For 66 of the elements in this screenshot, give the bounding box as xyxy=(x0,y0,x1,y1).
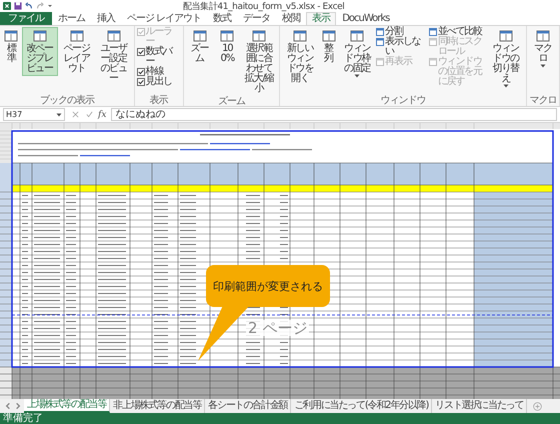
ribbon-button[interactable]: 100% xyxy=(214,27,240,66)
group-label: ウィンドウ xyxy=(379,95,426,106)
pane-icon xyxy=(428,58,437,66)
window-icon xyxy=(293,29,308,43)
status-text: 準備完了 xyxy=(3,413,43,424)
add-sheet-icon[interactable] xyxy=(533,402,542,410)
insert-function-button[interactable]: fx xyxy=(96,110,108,120)
ribbon-small-button[interactable]: 表示しない xyxy=(376,37,428,57)
ribbon-button[interactable]: 新しいウィンドウを開く xyxy=(282,27,318,86)
group-label: ズーム xyxy=(216,96,246,107)
ribbon-button[interactable]: ユーザー設定のビュー xyxy=(96,27,132,86)
window-icon xyxy=(536,29,550,43)
group-label: マクロ xyxy=(528,95,557,106)
group-label: ブックの表示 xyxy=(38,95,96,106)
ribbon-tab[interactable]: データ xyxy=(237,12,276,25)
window-icon xyxy=(322,29,336,43)
window-icon xyxy=(220,29,234,43)
ribbon-button[interactable]: 整列 xyxy=(319,27,338,66)
group-label: 表示 xyxy=(148,95,170,106)
window-icon xyxy=(70,29,84,43)
ribbon-button[interactable]: ページレイアウト xyxy=(58,27,95,76)
ribbon-button[interactable]: 改ページプレビュー xyxy=(22,27,58,76)
ribbon-button[interactable]: ズーム xyxy=(186,27,214,66)
page-number-label: 2 ページ xyxy=(246,320,310,336)
save-icon[interactable] xyxy=(14,2,22,10)
customize-caret-icon[interactable] xyxy=(47,3,53,9)
pane-icon xyxy=(376,38,384,46)
callout: 印刷範囲が変更される xyxy=(206,265,330,307)
ribbon-tab[interactable]: ホーム xyxy=(52,12,91,25)
ribbon-tab[interactable]: ページ レイアウト xyxy=(121,12,208,25)
ribbon-tab[interactable]: 数式 xyxy=(207,12,238,25)
undo-icon[interactable] xyxy=(25,2,33,10)
ribbon-checkbox[interactable]: 枠線 xyxy=(136,67,180,77)
file-tab[interactable]: ファイル xyxy=(0,12,52,25)
ribbon-button[interactable]: 選択範囲に合わせて拡大/縮小 xyxy=(241,27,278,96)
redo-icon[interactable] xyxy=(36,2,44,10)
ribbon-checkbox[interactable]: 見出し xyxy=(136,77,180,87)
ribbon-tab[interactable]: 挿入 xyxy=(91,12,121,25)
ribbon-button[interactable]: ウィンドウの切り替え xyxy=(488,27,524,90)
formula-input[interactable]: なにぬねの xyxy=(111,108,557,121)
ribbon-checkbox[interactable]: 数式バー xyxy=(136,47,180,67)
window-icon xyxy=(192,29,207,43)
window-icon xyxy=(498,29,513,43)
window-icon xyxy=(350,29,364,43)
sheet-tab[interactable]: 上場株式等の配当等 xyxy=(24,399,110,413)
next-sheet-icon[interactable] xyxy=(14,402,22,410)
ribbon-small-button[interactable]: 並べて比較 xyxy=(428,27,487,37)
window-icon xyxy=(106,29,121,43)
window-icon xyxy=(32,29,47,43)
ribbon-small-button[interactable]: 分割 xyxy=(376,27,428,37)
ribbon-button[interactable]: マクロ xyxy=(528,27,557,70)
name-box[interactable]: H37 xyxy=(3,108,65,121)
ribbon-tab[interactable]: 表示 xyxy=(306,12,336,25)
ribbon-tab[interactable]: DocuWorks xyxy=(336,12,396,25)
window-title: 配当集計41_haitou_form_v5.xlsx - Excel xyxy=(183,0,344,12)
ribbon-button[interactable]: 標準 xyxy=(2,27,21,66)
check-icon[interactable] xyxy=(86,111,93,118)
ribbon-button[interactable]: ウィンドウ枠の固定 xyxy=(339,27,376,80)
pane-icon xyxy=(376,58,384,66)
caret-icon xyxy=(56,112,62,116)
window-icon xyxy=(252,29,266,43)
cancel-icon[interactable] xyxy=(72,111,79,118)
ribbon-tab[interactable]: 校閲 xyxy=(276,12,306,25)
window-icon xyxy=(4,29,18,43)
previous-sheet-icon[interactable] xyxy=(4,402,12,410)
pane-icon xyxy=(428,38,437,46)
